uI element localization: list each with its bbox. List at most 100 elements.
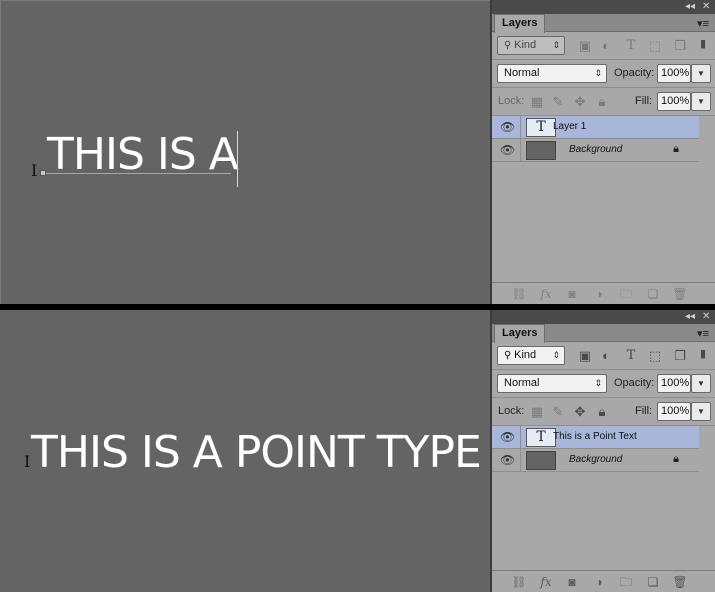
fill-label: Fill: <box>635 405 653 417</box>
visibility-eye-icon[interactable]: 👁︎ <box>500 143 515 157</box>
filter-type-layer-icon[interactable]: T <box>623 348 639 364</box>
lock-icon: 🔒︎ <box>673 143 679 155</box>
collapse-panel-icon[interactable]: ◂◂ <box>685 1 695 13</box>
lock-all-icon[interactable]: 🔒︎ <box>594 94 610 110</box>
new-layer-icon[interactable]: ❏ <box>645 286 661 302</box>
panel-tab-row: Layers ▾≡ <box>492 324 715 343</box>
lock-label: Lock: <box>498 405 525 417</box>
type-tool-cursor-icon: Ⅰ <box>31 161 38 180</box>
blend-mode-value: Normal <box>504 377 540 389</box>
blend-mode-select[interactable]: Normal ⇕ <box>497 374 607 393</box>
point-type-text[interactable]: THIS IS A <box>47 129 239 180</box>
filter-pixel-layer-icon[interactable]: ▣ <box>577 38 593 54</box>
close-panel-icon[interactable]: ✕ <box>702 311 710 323</box>
lock-row: Lock: ▦ ✎ ✥ 🔒︎ Fill: 100% ▼ <box>492 88 715 116</box>
filter-kind-select[interactable]: ⚲ Kind ⇕ <box>497 36 565 55</box>
filter-toggle-icon[interactable]: ▮ <box>695 346 711 362</box>
opacity-label: Opacity: <box>614 67 655 79</box>
filter-shape-layer-icon[interactable]: ⬚ <box>647 348 663 364</box>
fill-input[interactable]: 100% <box>657 402 691 421</box>
text-anchor-point <box>40 170 46 176</box>
link-layers-icon[interactable]: ⛓ <box>511 574 527 590</box>
fill-input[interactable]: 100% <box>657 92 691 111</box>
divider <box>520 116 521 139</box>
visibility-eye-icon[interactable]: 👁︎ <box>500 453 515 467</box>
filter-kind-select[interactable]: ⚲ Kind ⇕ <box>497 346 565 365</box>
layer-name[interactable]: Layer 1 <box>553 121 586 132</box>
fill-label: Fill: <box>635 95 653 107</box>
opacity-dropdown-button[interactable]: ▼ <box>691 374 711 393</box>
filter-toggle-icon[interactable]: ▮ <box>695 36 711 52</box>
layer-row-type[interactable]: 👁︎ T This is a Point Text <box>492 426 699 449</box>
add-mask-icon[interactable]: ◙ <box>564 286 580 302</box>
filter-kind-label: Kind <box>514 349 537 361</box>
lock-all-icon[interactable]: 🔒︎ <box>594 404 610 420</box>
divider <box>520 426 521 449</box>
layers-panel: ◂◂ ✕ Layers ▾≡ ⚲ Kind ⇕ ▣ ◐ T ⬚ ❐ ▮ Norma… <box>490 310 715 592</box>
opacity-input[interactable]: 100% <box>657 374 691 393</box>
new-group-folder-icon[interactable]: 🗀︎ <box>618 574 634 590</box>
panel-menu-icon[interactable]: ▾≡ <box>697 327 709 340</box>
layer-row-background[interactable]: 👁︎ Background 🔒︎ <box>492 139 699 162</box>
filter-kind-label: Kind <box>514 39 537 51</box>
link-layers-icon[interactable]: ⛓ <box>511 286 527 302</box>
tab-layers[interactable]: Layers <box>494 324 546 343</box>
lock-row: Lock: ▦ ✎ ✥ 🔒︎ Fill: 100% ▼ <box>492 398 715 426</box>
fx-layer-style-icon[interactable]: fx <box>538 574 554 590</box>
filter-smart-object-icon[interactable]: ❐ <box>672 38 688 54</box>
opacity-input[interactable]: 100% <box>657 64 691 83</box>
layer-name[interactable]: Background <box>569 454 622 465</box>
new-adjustment-layer-icon[interactable]: ◑ <box>591 574 607 590</box>
filter-shape-layer-icon[interactable]: ⬚ <box>647 38 663 54</box>
add-mask-icon[interactable]: ◙ <box>564 574 580 590</box>
divider <box>520 139 521 162</box>
layers-panel: ◂◂ ✕ Layers ▾≡ ⚲ Kind ⇕ ▣ ◐ T ⬚ ❐ ▮ Norma… <box>490 0 715 304</box>
filter-smart-object-icon[interactable]: ❐ <box>672 348 688 364</box>
background-layer-thumbnail <box>526 141 556 160</box>
lock-transparent-pixels-icon[interactable]: ▦ <box>529 404 545 420</box>
delete-layer-trash-icon[interactable]: 🗑︎ <box>672 286 688 302</box>
filter-adjustment-layer-icon[interactable]: ◐ <box>598 38 614 54</box>
document-canvas[interactable]: THIS IS A POINT TYPE Ⅰ <box>0 310 490 592</box>
layer-name[interactable]: Background <box>569 144 622 155</box>
chevron-updown-icon: ⇕ <box>594 68 602 78</box>
close-panel-icon[interactable]: ✕ <box>702 1 710 13</box>
lock-label: Lock: <box>498 95 525 107</box>
layer-row-type[interactable]: 👁︎ T Layer 1 <box>492 116 699 139</box>
layer-list: 👁︎ T This is a Point Text 👁︎ Background … <box>492 426 715 566</box>
chevron-updown-icon: ⇕ <box>594 378 602 388</box>
type-layer-thumbnail: T <box>526 118 556 137</box>
point-type-text[interactable]: THIS IS A POINT TYPE <box>31 427 482 478</box>
filter-adjustment-layer-icon[interactable]: ◐ <box>598 348 614 364</box>
lock-image-pixels-icon[interactable]: ✎ <box>550 94 566 110</box>
fill-dropdown-button[interactable]: ▼ <box>691 402 711 421</box>
lock-position-icon[interactable]: ✥ <box>572 404 588 420</box>
layer-list: 👁︎ T Layer 1 👁︎ Background 🔒︎ <box>492 116 715 256</box>
layer-name[interactable]: This is a Point Text <box>553 431 637 442</box>
new-group-folder-icon[interactable]: 🗀︎ <box>618 286 634 302</box>
lock-position-icon[interactable]: ✥ <box>572 94 588 110</box>
panel-topbar: ◂◂ ✕ <box>492 310 715 324</box>
filter-type-layer-icon[interactable]: T <box>623 38 639 54</box>
new-layer-icon[interactable]: ❏ <box>645 574 661 590</box>
panel-tab-row: Layers ▾≡ <box>492 14 715 33</box>
new-adjustment-layer-icon[interactable]: ◑ <box>591 286 607 302</box>
tab-layers[interactable]: Layers <box>494 14 546 33</box>
visibility-eye-icon[interactable]: 👁︎ <box>500 430 515 444</box>
chevron-updown-icon: ⇕ <box>552 40 560 50</box>
visibility-eye-icon[interactable]: 👁︎ <box>500 120 515 134</box>
panel-menu-icon[interactable]: ▾≡ <box>697 17 709 30</box>
panel-footer: ⛓ fx ◙ ◑ 🗀︎ ❏ 🗑︎ <box>492 570 715 592</box>
lock-image-pixels-icon[interactable]: ✎ <box>550 404 566 420</box>
fx-layer-style-icon[interactable]: fx <box>538 286 554 302</box>
opacity-dropdown-button[interactable]: ▼ <box>691 64 711 83</box>
search-icon: ⚲ <box>504 350 515 361</box>
document-canvas[interactable]: THIS IS A Ⅰ <box>0 0 490 304</box>
delete-layer-trash-icon[interactable]: 🗑︎ <box>672 574 688 590</box>
filter-pixel-layer-icon[interactable]: ▣ <box>577 348 593 364</box>
collapse-panel-icon[interactable]: ◂◂ <box>685 311 695 323</box>
layer-row-background[interactable]: 👁︎ Background 🔒︎ <box>492 449 699 472</box>
blend-mode-select[interactable]: Normal ⇕ <box>497 64 607 83</box>
lock-transparent-pixels-icon[interactable]: ▦ <box>529 94 545 110</box>
fill-dropdown-button[interactable]: ▼ <box>691 92 711 111</box>
